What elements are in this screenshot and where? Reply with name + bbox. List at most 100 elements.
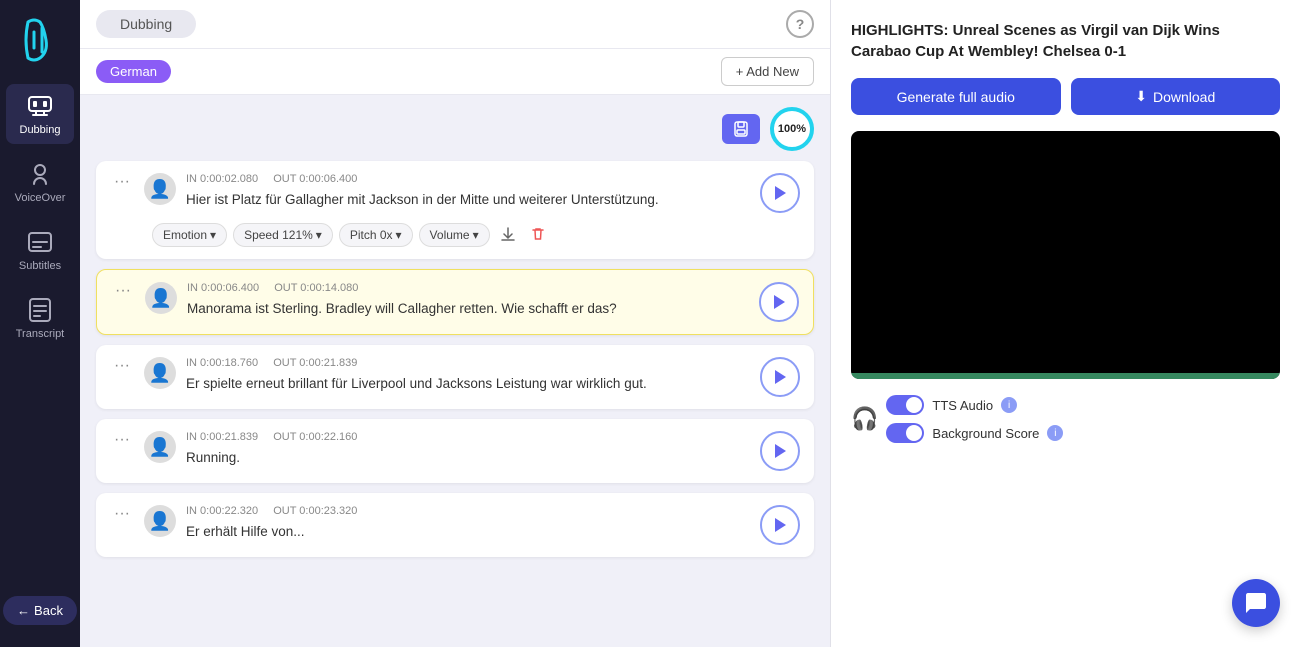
out-time: OUT 0:00:23.320 — [273, 505, 357, 517]
track-card: ··· 👤 IN 0:00:22.320 OUT 0:00:23.320 Er … — [96, 493, 814, 557]
avatar: 👤 — [144, 431, 176, 463]
volume-dropdown[interactable]: Volume ▾ — [419, 223, 490, 247]
tts-info-icon[interactable]: i — [1001, 397, 1017, 413]
tts-audio-row: TTS Audio i — [886, 395, 1280, 415]
more-options-button[interactable]: ··· — [111, 282, 135, 300]
audio-controls-row: 🎧 TTS Audio i Background Score i — [851, 395, 1280, 443]
more-options-button[interactable]: ··· — [110, 173, 134, 191]
background-score-row: Background Score i — [886, 423, 1280, 443]
track-controls: Emotion ▾ Speed 121% ▾ Pitch 0x ▾ Volume… — [110, 223, 800, 247]
track-timestamps: IN 0:00:18.760 OUT 0:00:21.839 — [186, 357, 750, 369]
back-arrow-icon: ← — [17, 603, 30, 618]
track-timestamps: IN 0:00:21.839 OUT 0:00:22.160 — [186, 431, 750, 443]
track-text[interactable]: Er erhält Hilfe von... — [186, 523, 750, 542]
audio-toggles: 🎧 TTS Audio i Background Score i — [851, 395, 1280, 443]
track-body: IN 0:00:22.320 OUT 0:00:23.320 Er erhält… — [186, 505, 750, 542]
tts-audio-label: TTS Audio — [932, 398, 993, 413]
sidebar-item-label: Dubbing — [20, 124, 61, 136]
headphone-icon: 🎧 — [851, 406, 878, 432]
in-time: IN 0:00:18.760 — [186, 357, 258, 369]
sidebar-item-label: VoiceOver — [15, 192, 66, 204]
video-preview — [851, 131, 1280, 379]
track-card: ··· 👤 IN 0:00:21.839 OUT 0:00:22.160 Run… — [96, 419, 814, 483]
delete-track-button[interactable] — [526, 224, 550, 247]
track-card: ··· 👤 IN 0:00:02.080 OUT 0:00:06.400 Hie… — [96, 161, 814, 259]
play-button[interactable] — [760, 431, 800, 471]
sidebar-item-dubbing[interactable]: Dubbing — [6, 84, 74, 144]
track-body: IN 0:00:18.760 OUT 0:00:21.839 Er spielt… — [186, 357, 750, 394]
top-bar: Dubbing ? — [80, 0, 830, 49]
track-text[interactable]: Hier ist Platz für Gallagher mit Jackson… — [186, 191, 750, 210]
tts-audio-toggle[interactable] — [886, 395, 924, 415]
generate-audio-button[interactable]: Generate full audio — [851, 78, 1061, 115]
app-logo — [16, 12, 64, 68]
speed-dropdown[interactable]: Speed 121% ▾ — [233, 223, 333, 247]
back-button[interactable]: ← Back — [3, 596, 77, 625]
play-button[interactable] — [760, 173, 800, 213]
out-time: OUT 0:00:06.400 — [273, 173, 357, 185]
chevron-down-icon: ▾ — [473, 228, 479, 242]
more-options-button[interactable]: ··· — [110, 357, 134, 375]
out-time: OUT 0:00:22.160 — [273, 431, 357, 443]
track-top: ··· 👤 IN 0:00:21.839 OUT 0:00:22.160 Run… — [110, 431, 800, 471]
action-buttons: Generate full audio ⬇ Download — [851, 78, 1280, 115]
sidebar-item-subtitles[interactable]: Subtitles — [6, 220, 74, 280]
track-text[interactable]: Manorama ist Sterling. Bradley will Call… — [187, 300, 749, 319]
avatar: 👤 — [144, 357, 176, 389]
track-top: ··· 👤 IN 0:00:18.760 OUT 0:00:21.839 Er … — [110, 357, 800, 397]
language-bar: German + Add New — [80, 49, 830, 95]
track-header: 100% — [96, 107, 814, 151]
sidebar-item-label: Subtitles — [19, 260, 61, 272]
help-icon[interactable]: ? — [786, 10, 814, 38]
pitch-dropdown[interactable]: Pitch 0x ▾ — [339, 223, 413, 247]
more-options-button[interactable]: ··· — [110, 505, 134, 523]
download-icon: ⬇ — [1135, 88, 1147, 105]
background-score-label: Background Score — [932, 426, 1039, 441]
track-body: IN 0:00:06.400 OUT 0:00:14.080 Manorama … — [187, 282, 749, 319]
chat-bubble-button[interactable] — [1232, 579, 1280, 627]
track-card: ··· 👤 IN 0:00:18.760 OUT 0:00:21.839 Er … — [96, 345, 814, 409]
track-text[interactable]: Er spielte erneut brillant für Liverpool… — [186, 375, 750, 394]
emotion-dropdown[interactable]: Emotion ▾ — [152, 223, 227, 247]
track-top: ··· 👤 IN 0:00:22.320 OUT 0:00:23.320 Er … — [110, 505, 800, 545]
sidebar-item-label: Transcript — [16, 328, 65, 340]
chevron-down-icon: ▾ — [396, 228, 402, 242]
track-timestamps: IN 0:00:22.320 OUT 0:00:23.320 — [186, 505, 750, 517]
sidebar-item-transcript[interactable]: Transcript — [6, 288, 74, 348]
download-track-button[interactable] — [496, 224, 520, 247]
toggle-group: TTS Audio i Background Score i — [886, 395, 1280, 443]
in-time: IN 0:00:06.400 — [187, 282, 259, 294]
play-button[interactable] — [760, 357, 800, 397]
in-time: IN 0:00:21.839 — [186, 431, 258, 443]
background-score-info-icon[interactable]: i — [1047, 425, 1063, 441]
dubbing-tab[interactable]: Dubbing — [96, 10, 196, 38]
out-time: OUT 0:00:21.839 — [273, 357, 357, 369]
track-text[interactable]: Running. — [186, 449, 750, 468]
download-button[interactable]: ⬇ Download — [1071, 78, 1281, 115]
play-button[interactable] — [759, 282, 799, 322]
out-time: OUT 0:00:14.080 — [274, 282, 358, 294]
track-top: ··· 👤 IN 0:00:06.400 OUT 0:00:14.080 Man… — [111, 282, 799, 322]
in-time: IN 0:00:02.080 — [186, 173, 258, 185]
track-timestamps: IN 0:00:06.400 OUT 0:00:14.080 — [187, 282, 749, 294]
save-button[interactable] — [722, 114, 760, 144]
main-content: Dubbing ? German + Add New 100% ··· 👤 IN… — [80, 0, 830, 647]
chevron-down-icon: ▾ — [210, 228, 216, 242]
progress-indicator: 100% — [770, 107, 814, 151]
language-badge[interactable]: German — [96, 60, 171, 83]
chevron-down-icon: ▾ — [316, 228, 322, 242]
track-timestamps: IN 0:00:02.080 OUT 0:00:06.400 — [186, 173, 750, 185]
sidebar: Dubbing VoiceOver Subtitles Transcript ←… — [0, 0, 80, 647]
add-new-button[interactable]: + Add New — [721, 57, 814, 86]
track-top: ··· 👤 IN 0:00:02.080 OUT 0:00:06.400 Hie… — [110, 173, 800, 213]
track-body: IN 0:00:02.080 OUT 0:00:06.400 Hier ist … — [186, 173, 750, 210]
play-button[interactable] — [760, 505, 800, 545]
background-score-toggle[interactable] — [886, 423, 924, 443]
video-title: HIGHLIGHTS: Unreal Scenes as Virgil van … — [851, 20, 1280, 62]
more-options-button[interactable]: ··· — [110, 431, 134, 449]
track-body: IN 0:00:21.839 OUT 0:00:22.160 Running. — [186, 431, 750, 468]
avatar: 👤 — [145, 282, 177, 314]
video-progress-bar — [851, 373, 1280, 379]
sidebar-item-voiceover[interactable]: VoiceOver — [6, 152, 74, 212]
avatar: 👤 — [144, 173, 176, 205]
